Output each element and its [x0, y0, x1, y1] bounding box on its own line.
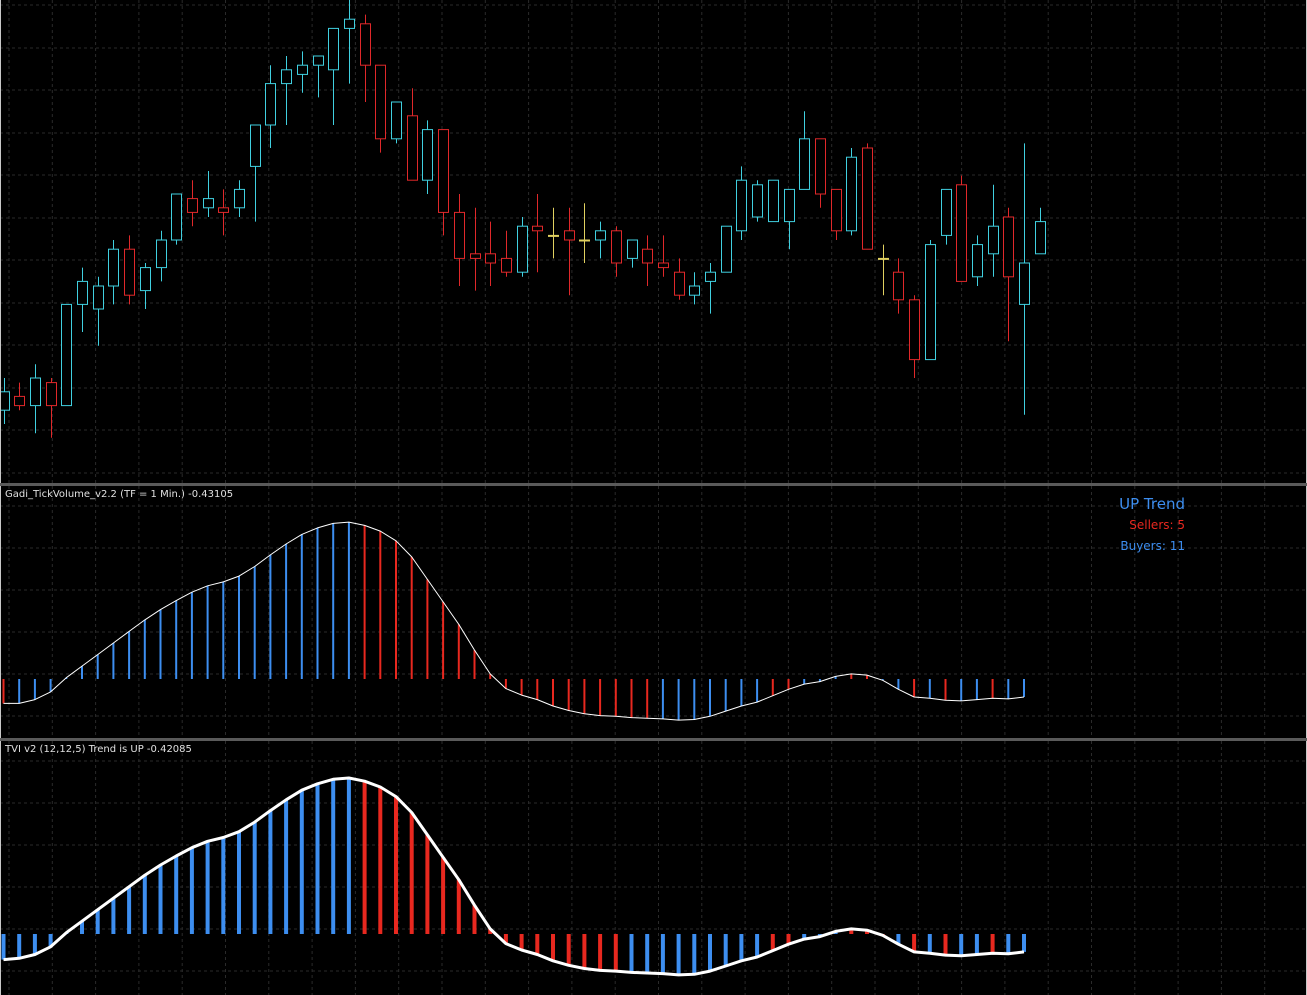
candle-body [564, 230, 575, 241]
candle-body [265, 83, 276, 126]
price-chart [0, 0, 1307, 483]
tvi-pane[interactable]: TVI v2 (12,12,5) Trend is UP -0.42085 [0, 741, 1307, 995]
candle-body [1035, 221, 1046, 255]
candle-body [171, 193, 182, 241]
candle-body [548, 234, 559, 237]
candle-body [77, 280, 88, 305]
tick-volume-title: Gadi_TickVolume_v2.2 (TF = 1 Min.) -0.43… [5, 489, 234, 500]
candle-body [689, 285, 700, 296]
candle-body [328, 27, 339, 71]
candle-body [611, 230, 622, 264]
candle-body [988, 225, 999, 255]
candle-body [784, 188, 795, 223]
candle-body [815, 138, 826, 195]
candle-body [234, 188, 245, 209]
candle-body [925, 244, 936, 361]
candle-body [187, 198, 198, 213]
candle-body [579, 239, 590, 242]
candle-body [281, 69, 292, 85]
price-chart-pane[interactable] [0, 0, 1307, 483]
candle-body [344, 18, 355, 29]
candle-body [250, 124, 261, 167]
candle-body [14, 395, 25, 407]
candle-body [878, 257, 889, 260]
candle-body [909, 299, 920, 361]
candle-body [30, 377, 41, 407]
candle-body [627, 239, 638, 259]
candle-body [0, 391, 10, 411]
tick-volume-chart [0, 486, 1307, 738]
candle-body [501, 257, 512, 273]
candle-body [61, 303, 72, 407]
candle-body [705, 271, 716, 282]
chart-left-border [0, 0, 1, 483]
candle-body [674, 271, 685, 296]
tvi-title: TVI v2 (12,12,5) Trend is UP -0.42085 [5, 744, 192, 755]
candle-body [831, 188, 842, 232]
candle-body [941, 188, 952, 236]
signal-line [3, 521, 1025, 721]
sellers-count: Sellers: 5 [1129, 518, 1185, 532]
candle-body [595, 230, 606, 241]
candle-body [485, 253, 496, 264]
candle-body [768, 179, 779, 223]
candle-body [532, 225, 543, 232]
candle-body [736, 179, 747, 232]
signal-line [3, 776, 1025, 977]
candle-body [156, 239, 167, 269]
candle-body [1003, 216, 1014, 278]
candle-body [799, 138, 810, 190]
candle-body [360, 23, 371, 66]
buyers-count: Buyers: 11 [1120, 539, 1185, 553]
candle-body [93, 285, 104, 310]
candle-body [203, 198, 214, 209]
candle-body [108, 248, 119, 287]
candle-body [218, 207, 229, 213]
candle-body [438, 129, 449, 213]
candle-body [375, 64, 386, 140]
candle-body [454, 211, 465, 259]
candle-body [517, 225, 528, 273]
candle-body [313, 55, 324, 66]
pane-left-border [0, 741, 1, 995]
candle-body [391, 101, 402, 140]
candle-body [658, 262, 669, 269]
candle-body [297, 64, 308, 75]
tvi-chart [0, 741, 1307, 995]
trend-label: UP Trend [1119, 495, 1185, 513]
candle-body [46, 382, 57, 407]
candle-body [422, 129, 433, 181]
candle-body [124, 248, 135, 296]
candle-body [642, 248, 653, 264]
candle-body [752, 184, 763, 218]
candle-body [140, 267, 151, 292]
candle-body [956, 184, 967, 282]
candle-body [862, 147, 873, 250]
candle-body [893, 271, 904, 301]
candle-body [1019, 262, 1030, 305]
candle-body [407, 115, 418, 181]
candle-body [846, 156, 857, 232]
pane-left-border [0, 486, 1, 738]
candle-body [972, 244, 983, 278]
candle-body [470, 253, 481, 259]
tick-volume-pane[interactable]: Gadi_TickVolume_v2.2 (TF = 1 Min.) -0.43… [0, 486, 1307, 738]
candle-body [721, 225, 732, 273]
